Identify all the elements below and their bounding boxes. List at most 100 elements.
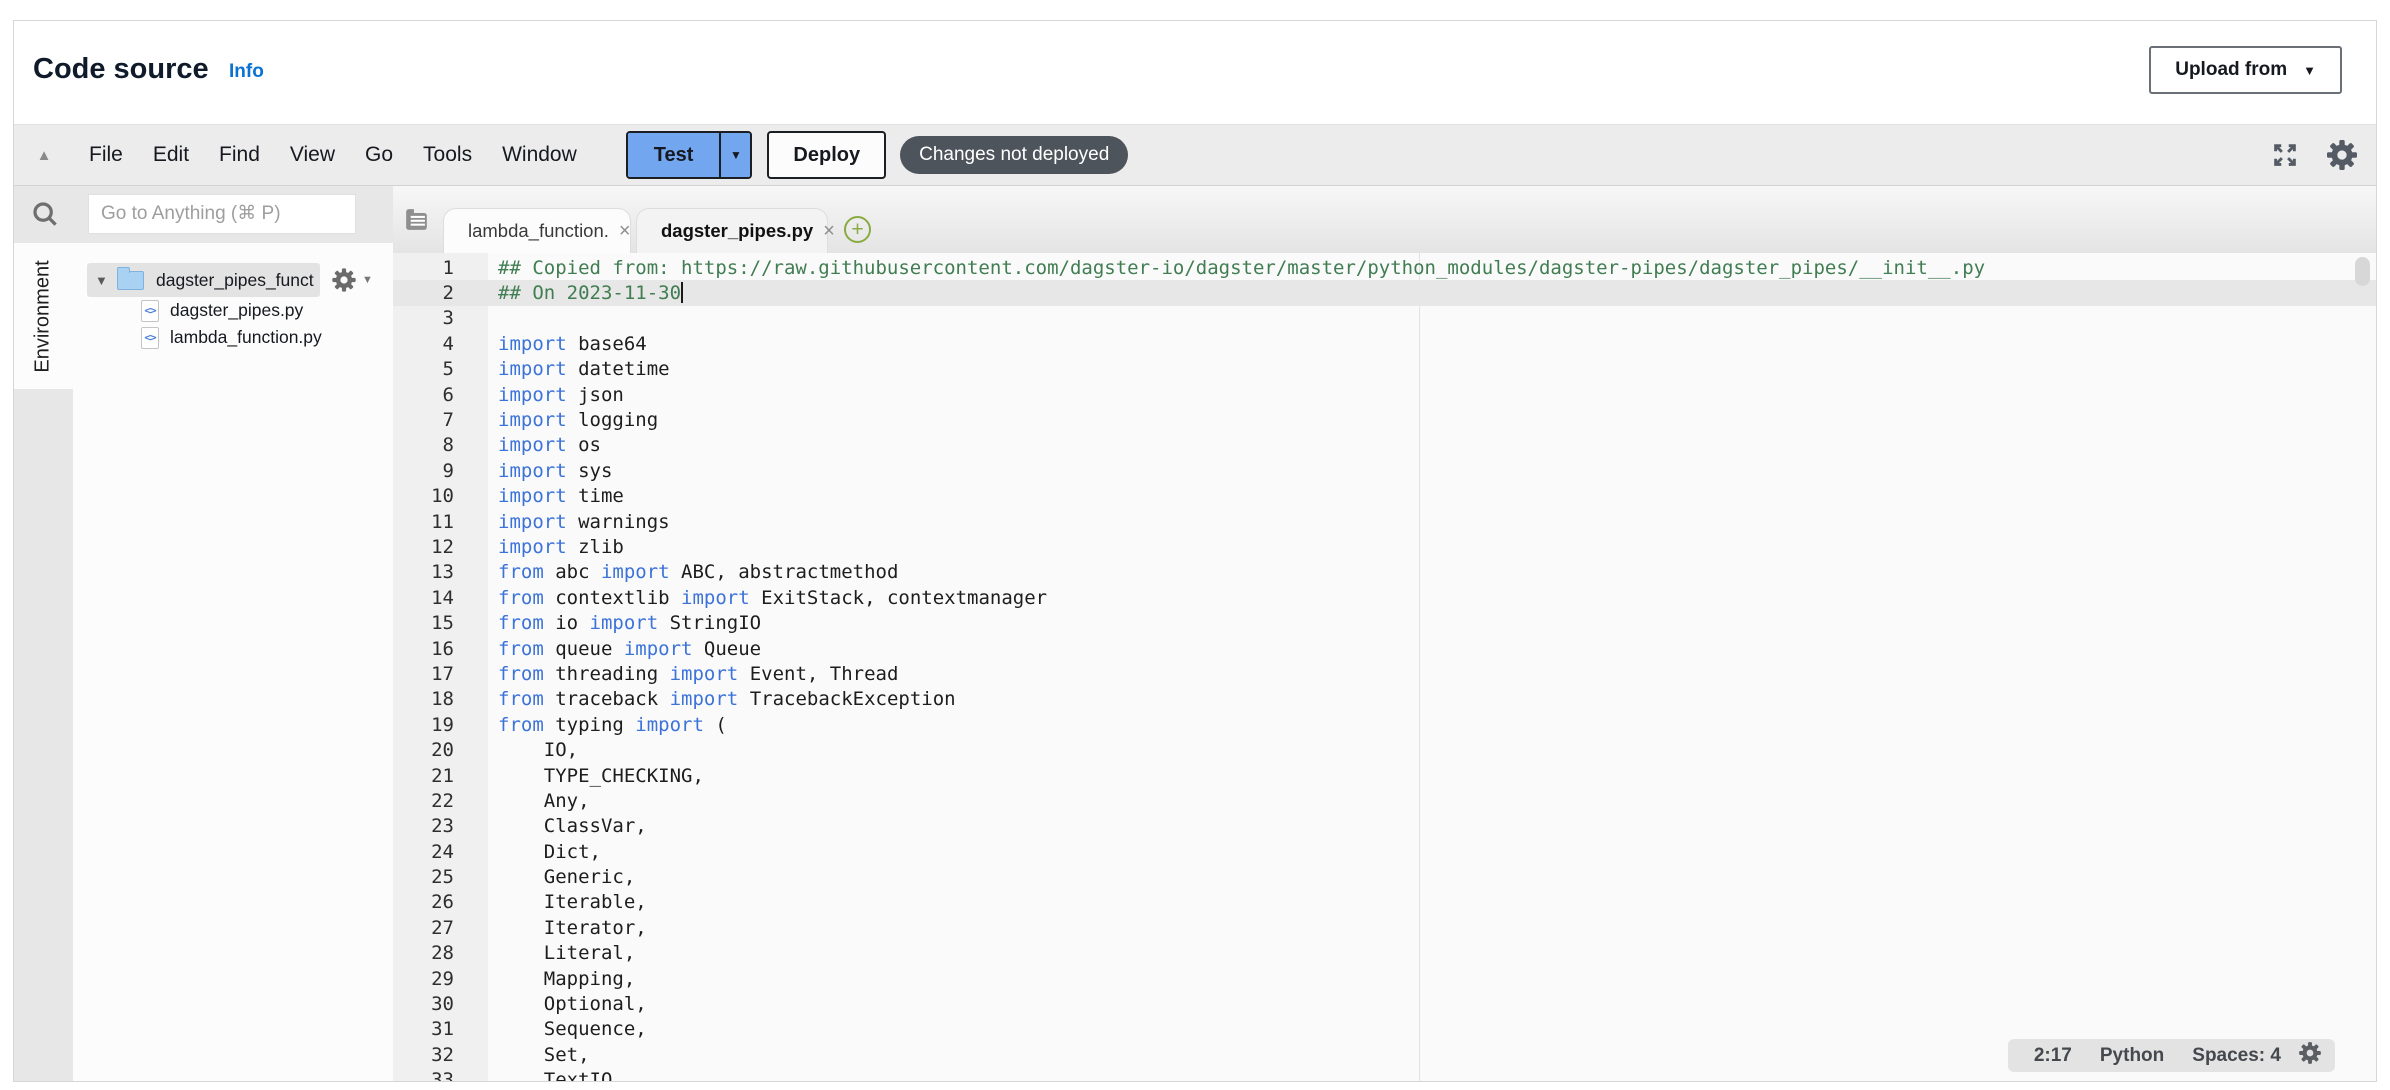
code-line-26[interactable]: 26 Iterable,: [393, 890, 2376, 915]
cursor-position[interactable]: 2:17: [2020, 1045, 2086, 1067]
code-line-10[interactable]: 10import time: [393, 484, 2376, 509]
editor-settings-gear-icon[interactable]: [2297, 1040, 2323, 1071]
code-line-22[interactable]: 22 Any,: [393, 788, 2376, 813]
code-line-24[interactable]: 24 Dict,: [393, 839, 2376, 864]
line-number[interactable]: 17: [393, 663, 488, 685]
line-number[interactable]: 4: [393, 333, 488, 355]
line-number[interactable]: 6: [393, 384, 488, 406]
code-line-27[interactable]: 27 Iterator,: [393, 915, 2376, 940]
tree-file-dagster_pipes.py[interactable]: <>dagster_pipes.py: [141, 297, 393, 324]
line-number[interactable]: 22: [393, 790, 488, 812]
line-number[interactable]: 24: [393, 841, 488, 863]
new-tab-button[interactable]: +: [844, 216, 871, 243]
code-line-19[interactable]: 19from typing import (: [393, 712, 2376, 737]
tab-close-icon[interactable]: ×: [823, 221, 835, 241]
line-number[interactable]: 13: [393, 561, 488, 583]
code-line-18[interactable]: 18from traceback import TracebackExcepti…: [393, 687, 2376, 712]
line-number[interactable]: 30: [393, 993, 488, 1015]
line-number[interactable]: 26: [393, 891, 488, 913]
info-link[interactable]: Info: [229, 61, 264, 83]
code-line-20[interactable]: 20 IO,: [393, 737, 2376, 762]
code-line-14[interactable]: 14from contextlib import ExitStack, cont…: [393, 585, 2376, 610]
line-number[interactable]: 27: [393, 917, 488, 939]
code-line-11[interactable]: 11import warnings: [393, 509, 2376, 534]
code-line-30[interactable]: 30 Optional,: [393, 991, 2376, 1016]
search-input[interactable]: [88, 194, 356, 234]
menu-find[interactable]: Find: [204, 143, 275, 167]
code-line-2[interactable]: 2## On 2023-11-30: [393, 280, 2376, 305]
code-line-1[interactable]: 1## Copied from: https://raw.githubuserc…: [393, 255, 2376, 280]
menu-edit[interactable]: Edit: [138, 143, 204, 167]
environment-tab[interactable]: Environment: [14, 243, 73, 389]
code-line-29[interactable]: 29 Mapping,: [393, 966, 2376, 991]
code-line-5[interactable]: 5import datetime: [393, 357, 2376, 382]
code-line-13[interactable]: 13from abc import ABC, abstractmethod: [393, 560, 2376, 585]
menu-file[interactable]: File: [74, 143, 138, 167]
line-number[interactable]: 8: [393, 434, 488, 456]
upload-from-button[interactable]: Upload from ▼: [2149, 46, 2342, 94]
code-line-3[interactable]: 3: [393, 306, 2376, 331]
folder-disclosure-icon[interactable]: ▼: [95, 273, 117, 288]
editor-tab-dagster_pipes.py[interactable]: dagster_pipes.py×: [636, 208, 828, 253]
menu-view[interactable]: View: [275, 143, 350, 167]
line-number[interactable]: 3: [393, 307, 488, 329]
code-line-9[interactable]: 9import sys: [393, 458, 2376, 483]
code-line-4[interactable]: 4import base64: [393, 331, 2376, 356]
settings-gear-icon[interactable]: [2324, 137, 2360, 173]
line-number[interactable]: 23: [393, 815, 488, 837]
fullscreen-icon[interactable]: [2270, 140, 2300, 170]
code-line-21[interactable]: 21 TYPE_CHECKING,: [393, 763, 2376, 788]
code-line-25[interactable]: 25 Generic,: [393, 864, 2376, 889]
test-button[interactable]: Test: [628, 133, 720, 177]
code-line-28[interactable]: 28 Literal,: [393, 941, 2376, 966]
editor-tab-lambda_function[interactable]: lambda_function.×: [443, 208, 631, 253]
line-number[interactable]: 10: [393, 485, 488, 507]
line-number[interactable]: 33: [393, 1069, 488, 1081]
line-number[interactable]: 32: [393, 1044, 488, 1066]
line-number[interactable]: 28: [393, 942, 488, 964]
code-line-16[interactable]: 16from queue import Queue: [393, 636, 2376, 661]
collapse-panel-icon[interactable]: ▲: [14, 147, 74, 164]
line-text: ## Copied from: https://raw.githubuserco…: [488, 257, 1985, 279]
folder-gear-menu[interactable]: ▼: [330, 266, 373, 294]
line-number[interactable]: 25: [393, 866, 488, 888]
code-line-12[interactable]: 12import zlib: [393, 534, 2376, 559]
line-number[interactable]: 21: [393, 765, 488, 787]
line-number[interactable]: 14: [393, 587, 488, 609]
line-number[interactable]: 7: [393, 409, 488, 431]
tab-close-icon[interactable]: ×: [619, 221, 631, 241]
code-line-17[interactable]: 17from threading import Event, Thread: [393, 661, 2376, 686]
menu-tools[interactable]: Tools: [408, 143, 487, 167]
deploy-button[interactable]: Deploy: [767, 131, 886, 179]
line-number[interactable]: 19: [393, 714, 488, 736]
language-mode[interactable]: Python: [2086, 1045, 2178, 1067]
line-number[interactable]: 31: [393, 1018, 488, 1040]
menu-go[interactable]: Go: [350, 143, 408, 167]
line-number[interactable]: 16: [393, 638, 488, 660]
menu-window[interactable]: Window: [487, 143, 592, 167]
code-line-23[interactable]: 23 ClassVar,: [393, 814, 2376, 839]
line-number[interactable]: 15: [393, 612, 488, 634]
line-number[interactable]: 1: [393, 257, 488, 279]
vertical-scrollbar-thumb[interactable]: [2355, 257, 2370, 286]
line-number[interactable]: 18: [393, 688, 488, 710]
line-number[interactable]: 11: [393, 511, 488, 533]
line-number[interactable]: 5: [393, 358, 488, 380]
line-number[interactable]: 2: [393, 282, 488, 304]
open-files-list-icon[interactable]: [401, 204, 432, 240]
tree-file-lambda_function.py[interactable]: <>lambda_function.py: [141, 324, 393, 351]
code-editor[interactable]: 1## Copied from: https://raw.githubuserc…: [393, 253, 2376, 1081]
code-line-15[interactable]: 15from io import StringIO: [393, 610, 2376, 635]
line-number[interactable]: 9: [393, 460, 488, 482]
code-line-7[interactable]: 7import logging: [393, 407, 2376, 432]
line-number[interactable]: 20: [393, 739, 488, 761]
test-dropdown-button[interactable]: ▼: [719, 133, 750, 177]
folder-row[interactable]: ▼ dagster_pipes_funct: [87, 263, 393, 297]
indentation-setting[interactable]: Spaces: 4: [2178, 1045, 2295, 1067]
folder-selected-pill[interactable]: ▼ dagster_pipes_funct: [87, 263, 320, 297]
line-number[interactable]: 29: [393, 968, 488, 990]
file-name: dagster_pipes.py: [170, 300, 303, 321]
code-line-6[interactable]: 6import json: [393, 382, 2376, 407]
code-line-8[interactable]: 8import os: [393, 433, 2376, 458]
line-number[interactable]: 12: [393, 536, 488, 558]
